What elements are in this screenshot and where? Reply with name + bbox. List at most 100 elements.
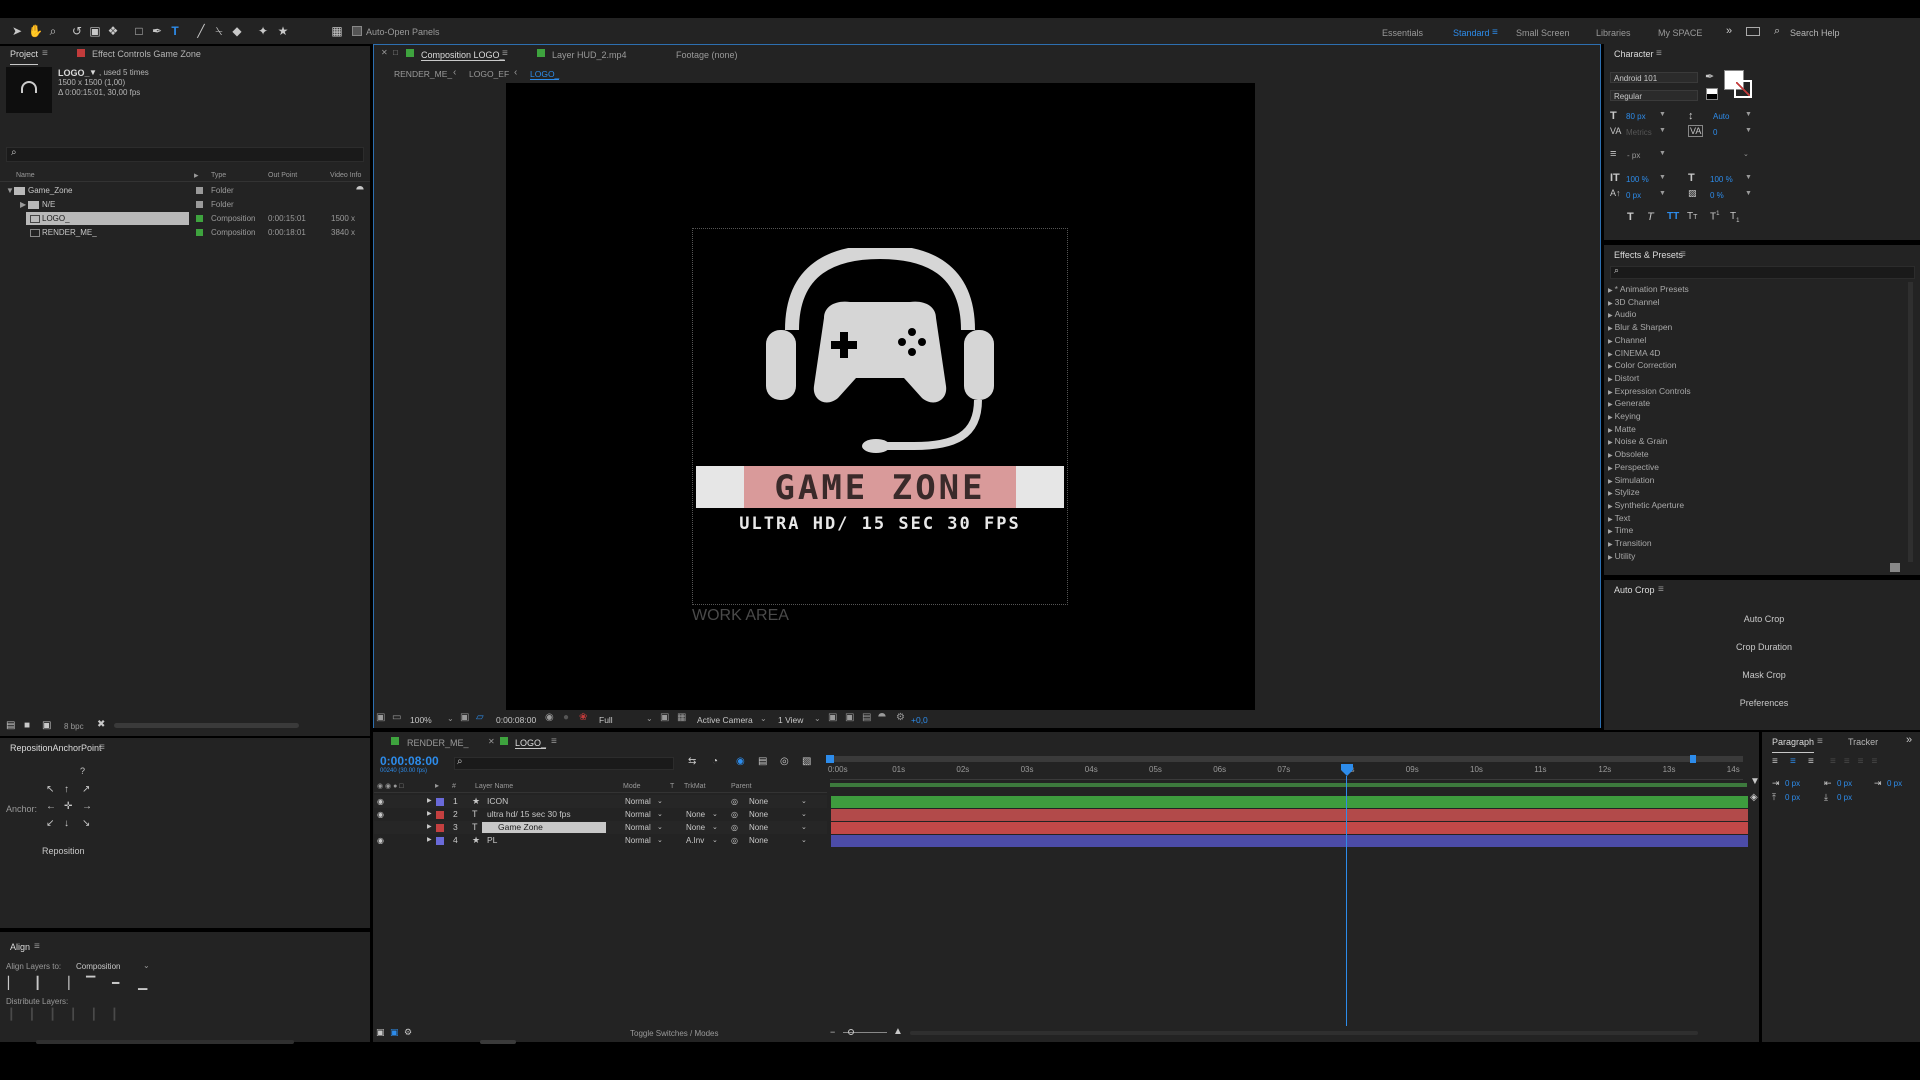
effects-category-item[interactable]: ▶ Perspective bbox=[1608, 462, 1659, 472]
anchor-grid[interactable]: ↖ ↑ ↗ ← ✛ → ↙ ↓ ↘ bbox=[44, 782, 94, 832]
workspace-essentials[interactable]: Essentials bbox=[1382, 28, 1423, 38]
align-right-icon[interactable]: ▕ bbox=[60, 976, 69, 990]
anchor-top-icon[interactable]: ↑ bbox=[64, 784, 69, 795]
hand-tool-icon[interactable]: ✋ bbox=[28, 24, 43, 38]
zoom-out-icon[interactable]: − bbox=[830, 1027, 835, 1037]
distribute-icons[interactable]: ┃┃┃┃┃┃ bbox=[8, 1008, 132, 1021]
bpc-label[interactable]: 8 bpc bbox=[64, 722, 84, 731]
brush-tool-icon[interactable]: ╱ bbox=[194, 24, 208, 38]
tab-render-me[interactable]: RENDER_ME_ bbox=[407, 738, 469, 748]
comp-marker-bin-icon[interactable]: ▼ bbox=[1750, 776, 1760, 787]
effects-category-item[interactable]: ▶ Simulation bbox=[1608, 475, 1654, 485]
justify-icons[interactable]: ≡≡≡≡ bbox=[1830, 756, 1885, 767]
timeline-timecode[interactable]: 0:00:08:00 bbox=[380, 754, 439, 768]
search-help-icon[interactable]: ⌕ bbox=[1774, 25, 1780, 38]
expand-triangle-icon[interactable]: ▶ bbox=[1608, 491, 1613, 497]
project-search-input[interactable] bbox=[6, 147, 364, 162]
align-title[interactable]: Align bbox=[10, 942, 30, 958]
faux-italic-button[interactable]: T bbox=[1647, 211, 1654, 223]
align-to-chevron-icon[interactable]: ⌄ bbox=[143, 961, 150, 970]
baseline-shift-value[interactable]: 0 px bbox=[1626, 191, 1641, 200]
parent-dropdown[interactable]: None bbox=[749, 821, 768, 834]
crop-duration-button[interactable]: Crop Duration bbox=[1610, 636, 1918, 658]
keyboard-icon[interactable] bbox=[1746, 27, 1760, 36]
layer-row[interactable]: ◉ ▶ 1 ★ ICON Normal ⌄ ◎ None ⌄ bbox=[374, 795, 827, 808]
zoom-slider-thumb[interactable] bbox=[848, 1029, 854, 1035]
interpret-footage-icon[interactable]: ▤ bbox=[6, 720, 15, 731]
mode-chevron-icon[interactable]: ⌄ bbox=[657, 821, 663, 834]
expand-triangle-icon[interactable]: ▶ bbox=[20, 198, 26, 211]
exposure-value[interactable]: +0,0 bbox=[911, 715, 928, 725]
col-t[interactable]: T bbox=[670, 783, 674, 790]
trkmat-chevron-icon[interactable]: ⌄ bbox=[712, 808, 718, 821]
align-hcenter-icon[interactable]: ┃ bbox=[34, 976, 41, 990]
show-snapshot-icon[interactable]: ● bbox=[563, 712, 569, 723]
expand-triangle-icon[interactable]: ▶ bbox=[427, 834, 432, 847]
effects-menu-icon[interactable]: ≡ bbox=[1680, 249, 1686, 260]
project-scrollbar[interactable] bbox=[114, 723, 299, 728]
draft-3d-icon[interactable]: ◔ bbox=[712, 756, 718, 767]
stroke-style-dropdown[interactable] bbox=[1670, 149, 1752, 160]
first-line-indent-value[interactable]: 0 px bbox=[1887, 779, 1902, 788]
expand-triangle-icon[interactable]: ▶ bbox=[1608, 415, 1613, 421]
timeline-icon[interactable]: ▤ bbox=[862, 712, 871, 723]
expand-triangle-icon[interactable]: ▶ bbox=[1608, 352, 1613, 358]
col-type[interactable]: Type bbox=[211, 172, 226, 179]
trkmat-dropdown[interactable]: A.Inv bbox=[686, 834, 704, 847]
timeline-tab-menu-icon[interactable]: ≡ bbox=[551, 736, 557, 747]
tab-effect-controls[interactable]: Effect Controls Game Zone bbox=[92, 49, 201, 65]
timeline-footer-icon[interactable]: ▣ bbox=[376, 1027, 385, 1038]
zoom-in-icon[interactable]: ▲ bbox=[893, 1026, 903, 1037]
keyframe-nav-icon[interactable]: ◈ bbox=[1750, 792, 1758, 803]
leading-value[interactable]: Auto bbox=[1713, 112, 1729, 121]
zoom-dropdown[interactable]: 100% bbox=[410, 715, 432, 725]
expand-triangle-icon[interactable]: ▶ bbox=[1608, 288, 1613, 294]
stroke-width-chevron-icon[interactable]: ▼ bbox=[1659, 150, 1666, 157]
work-area-end-handle[interactable] bbox=[1690, 755, 1696, 763]
comp-tab-menu-icon[interactable]: ≡ bbox=[502, 48, 508, 59]
align-left-text-icon[interactable]: ≡ bbox=[1772, 756, 1778, 767]
parent-dropdown[interactable]: None bbox=[749, 834, 768, 847]
tab-composition[interactable]: Composition LOGO_ bbox=[421, 50, 505, 61]
camera-tool-icon[interactable]: ▣ bbox=[88, 24, 102, 38]
monitor-icon[interactable]: ▭ bbox=[392, 712, 401, 723]
eraser-tool-icon[interactable]: ◆ bbox=[230, 24, 244, 38]
layer-duration-bar[interactable] bbox=[831, 835, 1748, 847]
resolution-chevron-icon[interactable]: ⌄ bbox=[646, 714, 653, 723]
search-help-field[interactable]: Search Help bbox=[1790, 28, 1840, 38]
timeline-footer-icon[interactable]: ▣ bbox=[390, 1027, 399, 1038]
roto-brush-tool-icon[interactable]: ✦ bbox=[256, 24, 270, 38]
character-title[interactable]: Character bbox=[1614, 49, 1654, 65]
effects-category-item[interactable]: ▶ Audio bbox=[1608, 309, 1636, 319]
vertical-scale-value[interactable]: 100 % bbox=[1626, 175, 1649, 184]
effects-category-item[interactable]: ▶ Generate bbox=[1608, 398, 1650, 408]
effects-category-item[interactable]: ▶ Noise & Grain bbox=[1608, 436, 1668, 446]
tracking-value[interactable]: 0 bbox=[1713, 128, 1717, 137]
horizontal-scale-chevron-icon[interactable]: ▼ bbox=[1745, 174, 1752, 181]
effects-category-item[interactable]: ▶ Stylize bbox=[1608, 487, 1640, 497]
superscript-button[interactable]: T1 bbox=[1710, 211, 1719, 222]
layer-duration-bar[interactable] bbox=[831, 796, 1748, 808]
layer-label-color[interactable] bbox=[436, 837, 444, 845]
trash-icon[interactable]: ✖ bbox=[97, 719, 105, 730]
layer-label-color[interactable] bbox=[436, 798, 444, 806]
mode-chevron-icon[interactable]: ⌄ bbox=[657, 795, 663, 808]
expand-triangle-icon[interactable]: ▶ bbox=[427, 808, 432, 821]
mask-crop-button[interactable]: Mask Crop bbox=[1610, 664, 1918, 686]
playhead-head[interactable] bbox=[1340, 764, 1354, 776]
effects-category-item[interactable]: ▶ Transition bbox=[1608, 538, 1652, 548]
mode-chevron-icon[interactable]: ⌄ bbox=[657, 808, 663, 821]
more-panels-icon[interactable]: » bbox=[1906, 734, 1912, 746]
project-item-dropdown-icon[interactable]: ▼ bbox=[89, 68, 97, 77]
logo-title-text[interactable]: GAME ZONE bbox=[696, 468, 1064, 508]
tab-layer[interactable]: Layer HUD_2.mp4 bbox=[552, 50, 627, 60]
logo-subtitle-text[interactable]: ULTRA HD/ 15 SEC 30 FPS bbox=[696, 514, 1064, 534]
comp-timecode[interactable]: 0:00:08:00 bbox=[496, 715, 536, 725]
all-caps-button[interactable]: TT bbox=[1667, 211, 1679, 222]
preferences-button[interactable]: Preferences bbox=[1610, 692, 1918, 714]
expand-triangle-icon[interactable]: ▶ bbox=[1608, 517, 1613, 523]
tsume-chevron-icon[interactable]: ▼ bbox=[1745, 190, 1752, 197]
visibility-eye-icon[interactable]: ◉ bbox=[377, 834, 384, 847]
expand-triangle-icon[interactable]: ▶ bbox=[1608, 466, 1613, 472]
tsume-value[interactable]: 0 % bbox=[1710, 191, 1724, 200]
